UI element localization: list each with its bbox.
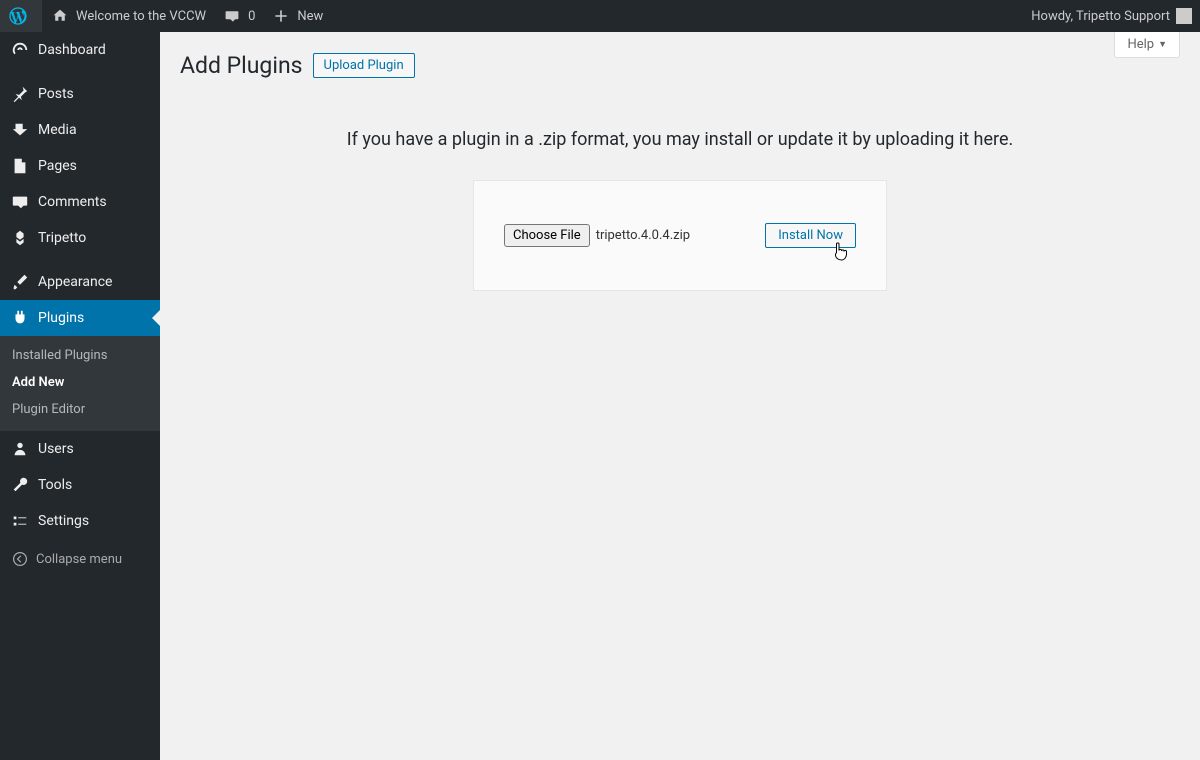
menu-label: Plugins — [38, 310, 84, 326]
new-content-link[interactable]: New — [263, 0, 331, 32]
menu-label: Tools — [38, 477, 72, 493]
menu-comments[interactable]: Comments — [0, 184, 160, 220]
collapse-label: Collapse menu — [36, 552, 122, 567]
menu-tools[interactable]: Tools — [0, 467, 160, 503]
howdy-label: Howdy, Tripetto Support — [1031, 9, 1170, 24]
menu-label: Media — [38, 122, 77, 138]
collapse-icon — [10, 549, 30, 569]
comments-link[interactable]: 0 — [214, 0, 263, 32]
help-label: Help — [1127, 37, 1154, 52]
media-icon — [10, 120, 30, 140]
install-now-button[interactable]: Install Now — [765, 223, 856, 248]
tripetto-icon — [10, 228, 30, 248]
users-icon — [10, 439, 30, 459]
spacer — [180, 291, 1180, 760]
wp-logo-menu[interactable] — [0, 0, 42, 32]
help-tab[interactable]: Help ▼ — [1114, 32, 1180, 58]
menu-users[interactable]: Users — [0, 431, 160, 467]
menu-settings[interactable]: Settings — [0, 503, 160, 539]
comment-icon — [222, 6, 242, 26]
menu-posts[interactable]: Posts — [0, 76, 160, 112]
page-title: Add Plugins — [180, 52, 303, 79]
menu-appearance[interactable]: Appearance — [0, 264, 160, 300]
comment-icon — [10, 192, 30, 212]
admin-bar-right: Howdy, Tripetto Support — [1023, 0, 1200, 32]
submenu-add-new[interactable]: Add New — [0, 369, 160, 396]
menu-dashboard[interactable]: Dashboard — [0, 32, 160, 68]
admin-bar-left: Welcome to the VCCW 0 New — [0, 0, 331, 32]
plugins-submenu: Installed Plugins Add New Plugin Editor — [0, 336, 160, 431]
page-icon — [10, 156, 30, 176]
page-header: Add Plugins Upload Plugin — [180, 52, 1180, 79]
site-name-link[interactable]: Welcome to the VCCW — [42, 0, 214, 32]
upload-form: Choose File tripetto.4.0.4.zip Install N… — [473, 180, 887, 291]
site-name-label: Welcome to the VCCW — [76, 9, 206, 24]
menu-label: Pages — [38, 158, 77, 174]
menu-tripetto[interactable]: Tripetto — [0, 220, 160, 256]
submenu-plugin-editor[interactable]: Plugin Editor — [0, 396, 160, 423]
menu-plugins[interactable]: Plugins — [0, 300, 160, 336]
wordpress-logo-icon — [8, 6, 28, 26]
pin-icon — [10, 84, 30, 104]
home-icon — [50, 6, 70, 26]
my-account-link[interactable]: Howdy, Tripetto Support — [1023, 0, 1200, 32]
new-label: New — [297, 9, 323, 24]
chevron-down-icon: ▼ — [1158, 39, 1167, 50]
menu-label: Tripetto — [38, 230, 86, 246]
menu-media[interactable]: Media — [0, 112, 160, 148]
avatar — [1176, 8, 1192, 24]
main-content: Help ▼ Add Plugins Upload Plugin If you … — [160, 32, 1200, 760]
submenu-installed-plugins[interactable]: Installed Plugins — [0, 342, 160, 369]
menu-label: Comments — [38, 194, 107, 210]
intro-text: If you have a plugin in a .zip format, y… — [180, 129, 1180, 150]
plus-icon — [271, 6, 291, 26]
plugin-icon — [10, 308, 30, 328]
wrench-icon — [10, 475, 30, 495]
brush-icon — [10, 272, 30, 292]
upload-plugin-button[interactable]: Upload Plugin — [313, 53, 415, 78]
selected-file-name: tripetto.4.0.4.zip — [596, 228, 690, 243]
settings-icon — [10, 511, 30, 531]
menu-label: Settings — [38, 513, 89, 529]
collapse-menu[interactable]: Collapse menu — [0, 539, 160, 579]
menu-label: Posts — [38, 86, 74, 102]
menu-label: Users — [38, 441, 74, 457]
dashboard-icon — [10, 40, 30, 60]
file-input-wrap: Choose File tripetto.4.0.4.zip — [504, 224, 690, 247]
admin-bar: Welcome to the VCCW 0 New Howdy, Tripett… — [0, 0, 1200, 32]
comments-count: 0 — [248, 9, 255, 24]
admin-sidebar: Dashboard Posts Media Pages Comments Tri… — [0, 32, 160, 760]
menu-label: Dashboard — [38, 42, 106, 58]
menu-pages[interactable]: Pages — [0, 148, 160, 184]
choose-file-button[interactable]: Choose File — [504, 224, 590, 247]
menu-label: Appearance — [38, 274, 112, 290]
